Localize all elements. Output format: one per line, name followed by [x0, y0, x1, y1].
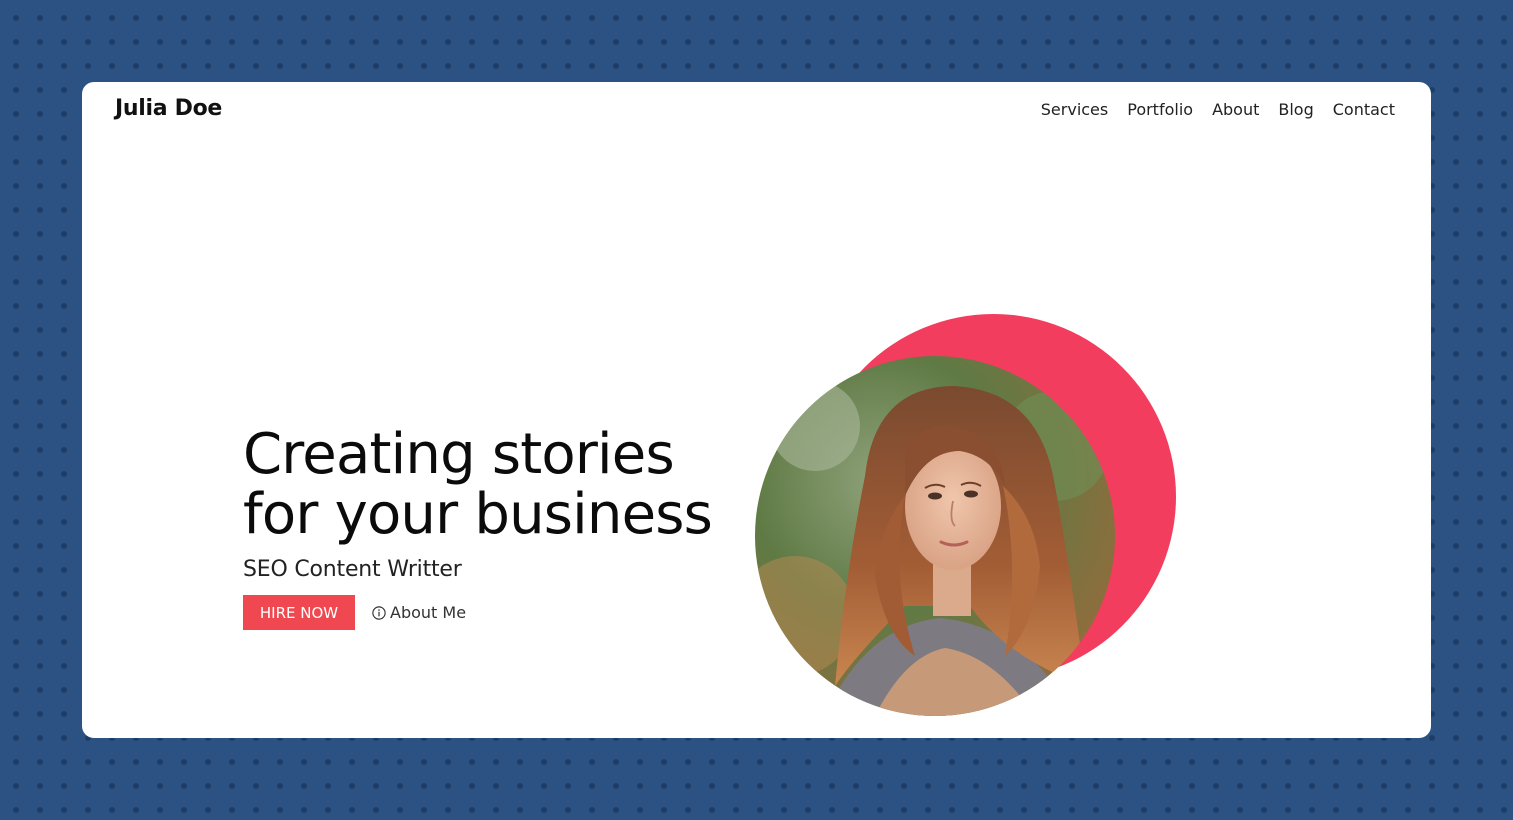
brand-logo[interactable]: Julia Doe: [115, 96, 222, 121]
nav-contact[interactable]: Contact: [1333, 100, 1395, 119]
profile-photo: [755, 356, 1115, 716]
main-nav: Services Portfolio About Blog Contact: [1041, 100, 1395, 119]
headline-line-1: Creating stories: [243, 422, 675, 487]
cta-row: HIRE NOW About Me: [243, 595, 763, 630]
hero-subheadline: SEO Content Writter: [243, 557, 462, 582]
about-me-label: About Me: [390, 603, 467, 622]
hire-now-button[interactable]: HIRE NOW: [243, 595, 355, 630]
about-me-link[interactable]: About Me: [372, 603, 466, 622]
headline-line-2: for your business: [243, 482, 713, 547]
hero-headline: Creating stories for your business: [243, 425, 763, 545]
nav-portfolio[interactable]: Portfolio: [1127, 100, 1193, 119]
nav-about[interactable]: About: [1212, 100, 1259, 119]
nav-services[interactable]: Services: [1041, 100, 1108, 119]
info-circle-icon: [372, 605, 386, 620]
nav-blog[interactable]: Blog: [1278, 100, 1313, 119]
landing-card: Julia Doe Services Portfolio About Blog …: [82, 82, 1431, 738]
hero-text-block: Creating stories for your business SEO C…: [243, 425, 763, 630]
